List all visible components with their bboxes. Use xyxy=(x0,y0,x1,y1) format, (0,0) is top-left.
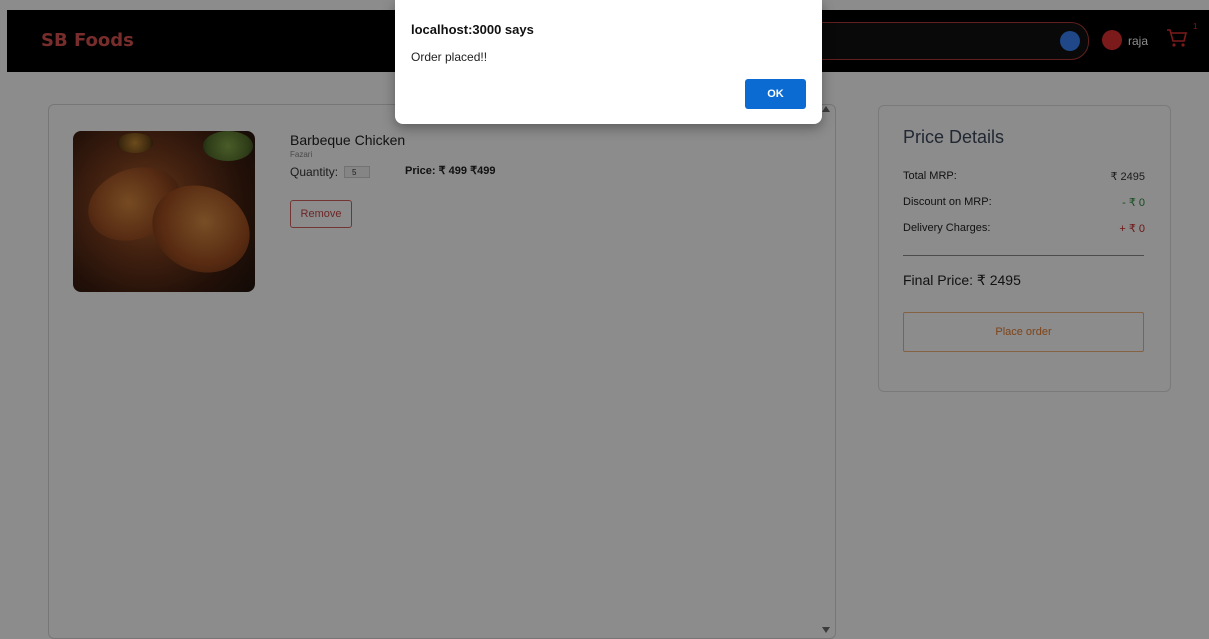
alert-title: localhost:3000 says xyxy=(411,22,534,37)
alert-dialog: localhost:3000 says Order placed!! OK xyxy=(395,0,822,124)
ok-button[interactable]: OK xyxy=(745,79,806,109)
app-window: SB Foods raja 1 Barbeque Chicken Fazari … xyxy=(0,0,1209,639)
alert-message: Order placed!! xyxy=(411,50,488,64)
